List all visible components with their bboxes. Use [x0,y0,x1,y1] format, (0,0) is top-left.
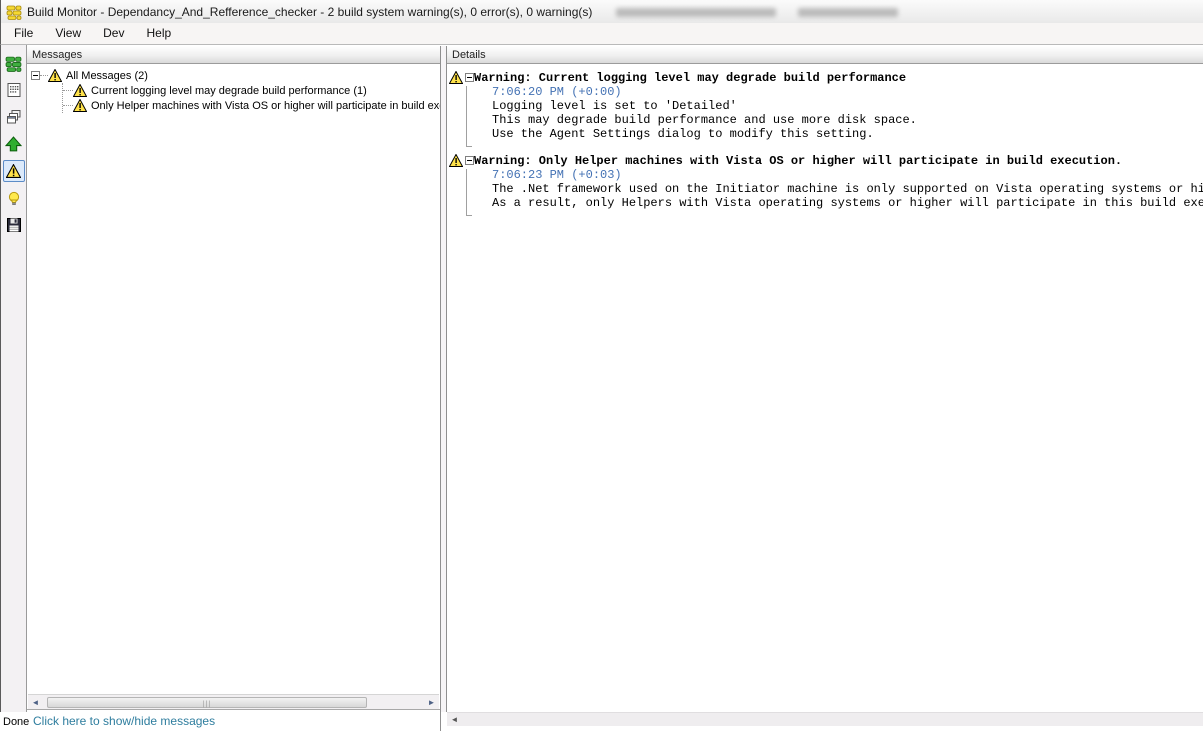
messages-horizontal-scrollbar[interactable]: ◄ ||| ► [28,694,439,709]
tree-connector [40,75,48,76]
warning-title: Warning: Current logging level may degra… [474,71,906,85]
warning-entry: Warning: Only Helper machines with Vista… [447,154,1203,210]
warning-entry: Warning: Current logging level may degra… [447,71,1203,141]
tree-connector [63,105,73,106]
scroll-left-arrow-icon[interactable]: ◄ [447,713,462,726]
menu-bar: File View Dev Help [0,23,1203,45]
details-content: Warning: Current logging level may degra… [447,64,1203,712]
tips-icon[interactable] [3,187,25,209]
warning-timestamp: 7:06:23 PM (+0:03) [492,168,1203,182]
window-title: Build Monitor - Dependancy_And_Refferenc… [27,5,592,19]
entry-tree-rail [466,86,472,147]
tree-item-message[interactable]: Current logging level may degrade build … [63,83,440,98]
left-toolbar [0,45,27,712]
warning-timestamp: 7:06:20 PM (+0:00) [492,85,1203,99]
details-horizontal-scrollbar[interactable]: ◄ [447,712,1203,726]
warning-detail-line: As a result, only Helpers with Vista ope… [492,196,1203,210]
menu-dev[interactable]: Dev [92,24,135,43]
warning-detail-line: Use the Agent Settings dialog to modify … [492,127,1203,141]
warning-icon [449,154,463,167]
tree-children: Current logging level may degrade build … [62,83,440,113]
redacted-text [798,8,898,17]
tree-item-label: Current logging level may degrade build … [91,84,367,97]
warning-detail-line: Logging level is set to 'Detailed' [492,99,1203,113]
warnings-icon[interactable] [3,160,25,182]
scrollbar-track[interactable]: ||| [43,696,424,709]
report-icon[interactable] [3,79,25,101]
messages-panel-title: Messages [32,49,82,61]
redacted-text [616,8,776,17]
messages-panel-header: Messages [27,46,440,64]
status-text: Done [3,716,29,728]
messages-tree: All Messages (2) Current logging level m… [27,64,440,694]
menu-file[interactable]: File [3,24,44,43]
projects-icon[interactable] [3,106,25,128]
menu-view[interactable]: View [44,24,92,43]
messages-toggle-row: Click here to show/hide messages [27,709,440,731]
details-panel-header: Details [447,46,1203,64]
tree-item-message[interactable]: Only Helper machines with Vista OS or hi… [63,98,440,113]
incredibuild-logo-icon[interactable] [3,52,25,74]
performance-arrow-icon[interactable] [3,133,25,155]
warning-icon [73,84,87,97]
messages-panel: Messages All Messages (2) Current loggin… [27,46,441,731]
warning-title: Warning: Only Helper machines with Vista… [474,154,1122,168]
warning-detail-line: This may degrade build performance and u… [492,113,1203,127]
tree-item-all-messages[interactable]: All Messages (2) [31,68,440,83]
menu-help[interactable]: Help [135,24,182,43]
collapse-box-icon[interactable] [465,73,474,82]
warning-icon [73,99,87,112]
warning-icon [449,71,463,84]
scroll-right-arrow-icon[interactable]: ► [424,696,439,709]
app-logo-icon [6,4,22,20]
collapse-box-icon[interactable] [31,71,40,80]
collapse-box-icon[interactable] [465,156,474,165]
scrollbar-thumb[interactable]: ||| [47,697,367,708]
details-panel: Details Warning: Current logging level m… [447,46,1203,726]
scroll-left-arrow-icon[interactable]: ◄ [28,696,43,709]
tree-item-label: All Messages (2) [66,69,148,82]
entry-tree-rail [466,169,472,216]
warning-icon [48,69,62,82]
save-icon[interactable] [3,214,25,236]
details-panel-title: Details [452,49,486,61]
tree-item-label: Only Helper machines with Vista OS or hi… [91,99,440,112]
show-hide-messages-link[interactable]: Click here to show/hide messages [33,714,215,728]
tree-connector [63,90,73,91]
warning-detail-line: The .Net framework used on the Initiator… [492,182,1203,196]
title-bar: Build Monitor - Dependancy_And_Refferenc… [0,0,1203,23]
